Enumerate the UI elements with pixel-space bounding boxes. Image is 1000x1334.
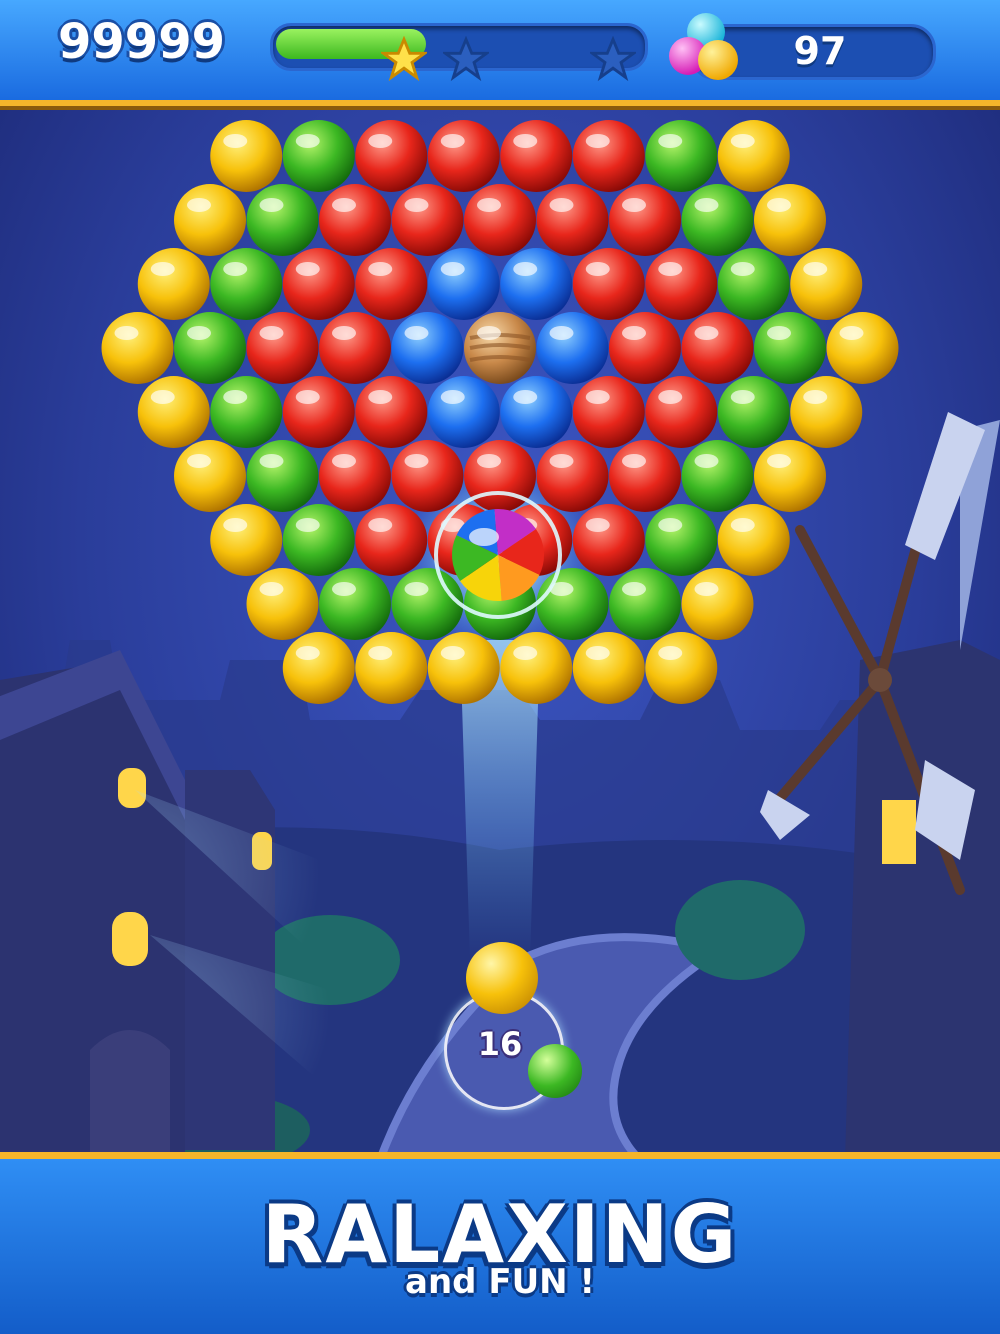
bubble-yellow: [210, 504, 283, 576]
bubble-red: [572, 376, 645, 448]
bubble-yellow: [101, 312, 174, 384]
star-empty-icon: [590, 36, 636, 82]
bubble-yellow: [790, 376, 863, 448]
bubble-green: [210, 376, 283, 448]
moves-remaining: 97: [793, 29, 847, 73]
bubble-green: [210, 248, 283, 320]
bubbles-icon: [669, 13, 738, 80]
bubble-red: [609, 440, 681, 512]
bubble-red: [282, 248, 355, 320]
bubble-yellow: [645, 632, 718, 704]
bubble-blue: [536, 312, 609, 384]
bubble-green: [717, 248, 790, 320]
bubble-red: [645, 248, 718, 320]
current-bubble-yellow[interactable]: [466, 942, 538, 1014]
banner-subline: and FUN !: [405, 1262, 595, 1302]
bubble-red: [572, 120, 645, 192]
bubble-red: [355, 504, 428, 576]
bubble-red: [609, 184, 681, 256]
shots-left-counter: 16: [477, 1025, 523, 1063]
bubble-yellow: [754, 440, 826, 512]
bubble-red: [500, 120, 573, 192]
bubble-yellow: [754, 184, 826, 256]
bubble-green: [754, 312, 826, 384]
bubble-green: [681, 440, 754, 512]
bubble-green: [536, 568, 609, 640]
bubble-yellow: [717, 120, 790, 192]
bubble-green: [174, 312, 246, 384]
bubble-green: [391, 568, 464, 640]
bubble-blue: [427, 376, 500, 448]
bubble-red: [464, 184, 536, 256]
rainbow-bubble: [434, 491, 562, 619]
bubble-blue: [391, 312, 464, 384]
bubble-yellow: [572, 632, 645, 704]
bubble-grid: [101, 120, 899, 704]
bubble-green: [319, 568, 391, 640]
bubble-green: [609, 568, 681, 640]
bubble-red: [645, 376, 718, 448]
bubble-green: [246, 440, 319, 512]
bubble-planet: [464, 312, 536, 384]
bubble-red: [681, 312, 754, 384]
bubble-red: [319, 312, 391, 384]
bubble-yellow: [137, 248, 210, 320]
bubble-green: [681, 184, 754, 256]
bubble-yellow: [355, 632, 428, 704]
bubble-yellow: [282, 632, 355, 704]
bubble-red: [536, 440, 609, 512]
bubble-yellow: [826, 312, 899, 384]
bubble-green: [645, 504, 718, 576]
bubble-yellow: [174, 440, 246, 512]
bubble-green: [282, 504, 355, 576]
bubble-blue: [427, 248, 500, 320]
bubble-yellow: [500, 632, 573, 704]
bubble-yellow: [246, 568, 319, 640]
bubble-blue: [500, 248, 573, 320]
bubble-yellow: [137, 376, 210, 448]
bubble-red: [536, 184, 609, 256]
bubble-red: [246, 312, 319, 384]
bubble-yellow: [174, 184, 246, 256]
bubble-yellow: [790, 248, 863, 320]
bubble-green: [717, 376, 790, 448]
bubble-red: [282, 376, 355, 448]
bubble-red: [319, 184, 391, 256]
bubble-red: [355, 120, 428, 192]
bubble-green: [645, 120, 718, 192]
bubble-yellow: [210, 120, 283, 192]
score-display: 99999: [58, 14, 225, 70]
bubble-yellow: [427, 632, 500, 704]
bubble-red: [609, 312, 681, 384]
star-earned-icon: [381, 36, 427, 82]
game-screen: 99999 97 16 RALAXING and FUN !: [0, 0, 1000, 1334]
bubble-red: [355, 376, 428, 448]
bubble-red: [355, 248, 428, 320]
star-empty-icon: [443, 36, 489, 82]
bubble-blue: [500, 376, 573, 448]
bubble-red: [319, 440, 391, 512]
bubble-green: [282, 120, 355, 192]
bubble-yellow: [681, 568, 754, 640]
bubble-red: [391, 184, 464, 256]
bubble-red: [391, 440, 464, 512]
bubble-red: [427, 120, 500, 192]
bubble-red: [572, 248, 645, 320]
bubble-green: [246, 184, 319, 256]
next-bubble-green[interactable]: [528, 1044, 582, 1098]
bubble-red: [572, 504, 645, 576]
bubble-yellow: [717, 504, 790, 576]
